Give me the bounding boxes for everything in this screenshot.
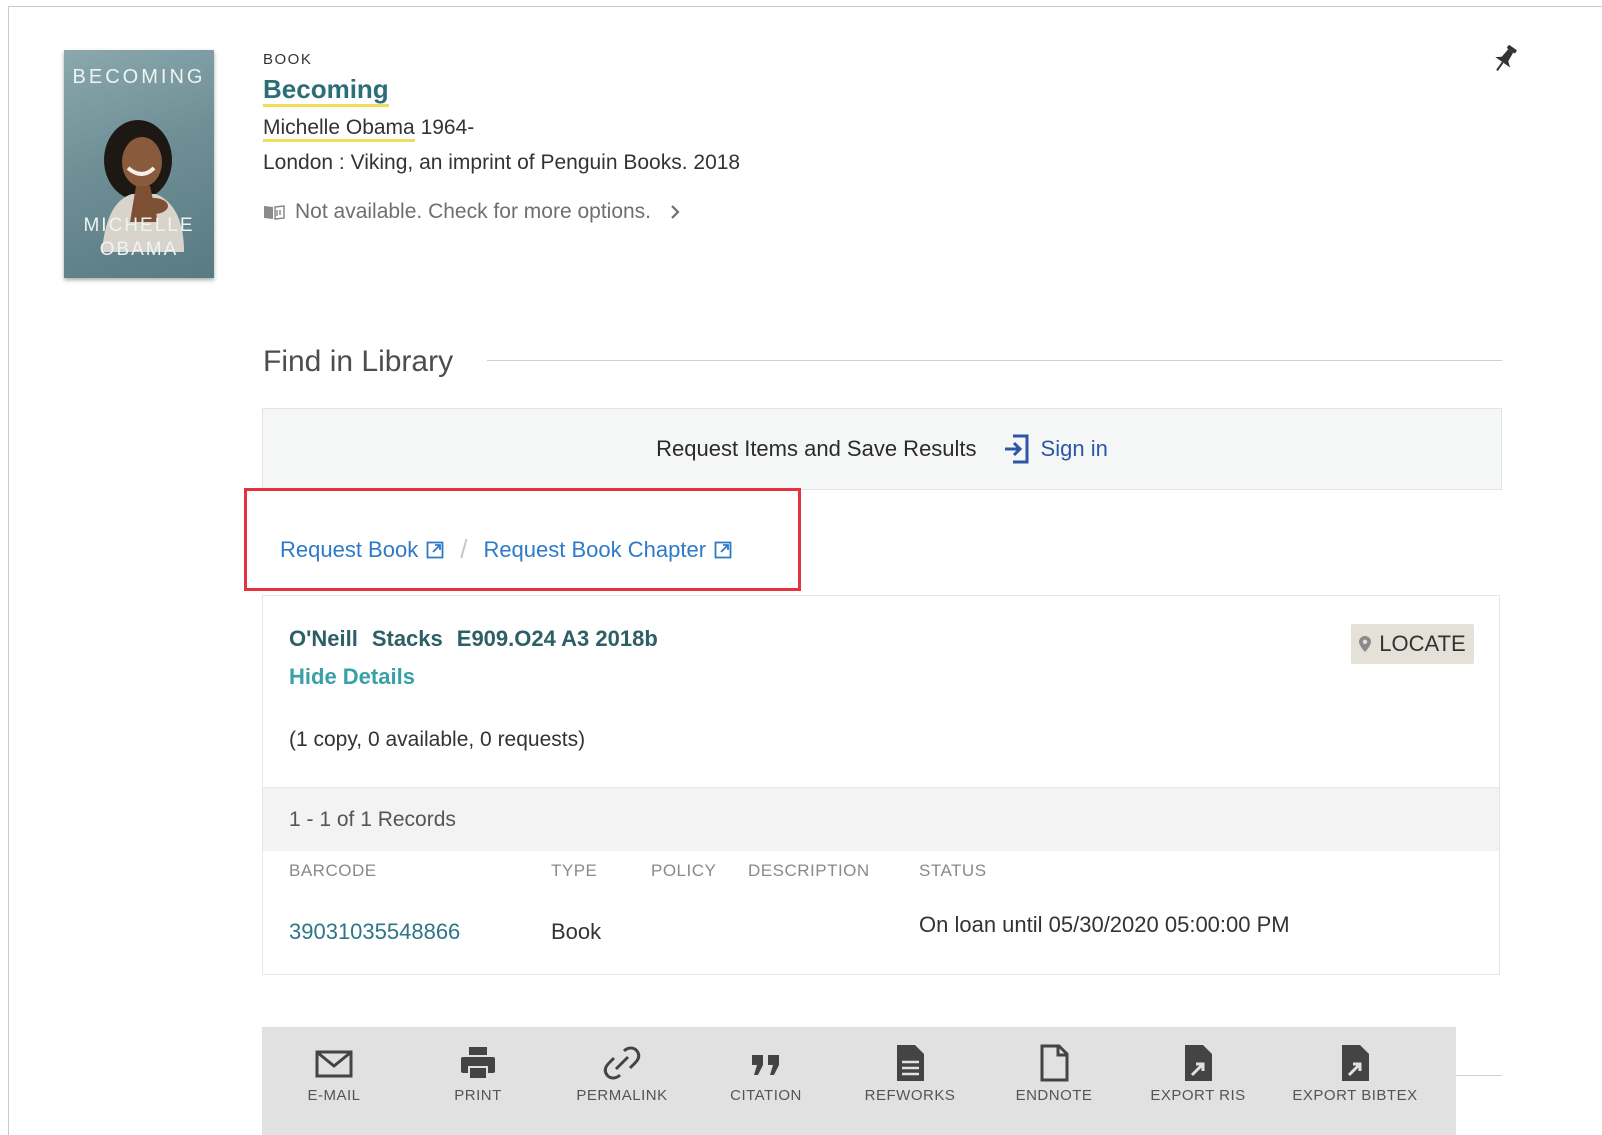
copies-summary: (1 copy, 0 available, 0 requests) xyxy=(289,728,586,751)
print-label: PRINT xyxy=(454,1087,502,1104)
holding-card: O'Neill Stacks E909.O24 A3 2018b Hide De… xyxy=(262,595,1500,975)
export-bibtex-label: EXPORT BIBTEX xyxy=(1292,1087,1418,1104)
map-pin-icon xyxy=(1359,636,1372,652)
sign-in-icon xyxy=(1004,434,1029,464)
request-links: Request Book / Request Book Chapter xyxy=(280,534,732,565)
column-header-description: DESCRIPTION xyxy=(748,861,870,880)
email-action[interactable]: E-MAIL xyxy=(262,1027,406,1135)
permalink-action[interactable]: PERMALINK xyxy=(550,1027,694,1135)
envelope-icon xyxy=(315,1050,353,1078)
refworks-action[interactable]: REFWORKS xyxy=(838,1027,982,1135)
record-title[interactable]: Becoming xyxy=(263,74,389,107)
call-number: E909.O24 A3 2018b xyxy=(456,626,658,651)
author-dates: 1964- xyxy=(420,116,475,139)
record-type: BOOK xyxy=(263,51,313,68)
location-name: Stacks xyxy=(371,626,443,651)
export-bibtex-action[interactable]: EXPORT BIBTEX xyxy=(1270,1027,1440,1135)
chevron-right-icon xyxy=(671,205,680,219)
records-bar: 1 - 1 of 1 Records xyxy=(263,787,1499,851)
link-separator: / xyxy=(460,534,468,564)
library-name: O'Neill xyxy=(289,626,358,651)
refworks-label: REFWORKS xyxy=(864,1087,956,1104)
pin-icon[interactable] xyxy=(1492,44,1518,74)
record-author: Michelle Obama 1964- xyxy=(263,116,475,142)
item-type: Book xyxy=(551,919,602,944)
column-header-barcode: BARCODE xyxy=(289,861,377,880)
sign-in-label: Sign in xyxy=(1040,436,1108,461)
signin-prompt: Request Items and Save Results xyxy=(656,436,977,461)
author-name-link[interactable]: Michelle Obama xyxy=(263,116,415,142)
document-lines-icon xyxy=(897,1045,924,1081)
item-status: On loan until 05/30/2020 05:00:00 PM xyxy=(919,912,1290,937)
link-icon xyxy=(603,1046,641,1080)
hide-details-link[interactable]: Hide Details xyxy=(289,664,415,690)
open-book-icon xyxy=(264,205,285,220)
request-chapter-label: Request Book Chapter xyxy=(483,536,707,562)
external-link-icon xyxy=(714,541,732,558)
availability-status[interactable]: Not available. Check for more options. xyxy=(263,200,681,224)
request-book-label: Request Book xyxy=(280,536,419,562)
external-link-icon xyxy=(426,541,444,558)
locate-label: LOCATE xyxy=(1379,631,1466,656)
export-ris-label: EXPORT RIS xyxy=(1150,1087,1246,1104)
actions-toolbar: E-MAIL PRINT PERMALINK CITATION REFWORKS xyxy=(262,1027,1456,1135)
sign-in-button[interactable]: Sign in xyxy=(1003,433,1108,465)
citation-action[interactable]: CITATION xyxy=(694,1027,838,1135)
toolbar-divider xyxy=(1456,1075,1502,1076)
holding-location: O'Neill Stacks E909.O24 A3 2018b xyxy=(289,626,658,652)
request-chapter-link[interactable]: Request Book Chapter xyxy=(483,537,732,563)
printer-icon xyxy=(461,1047,495,1080)
email-label: E-MAIL xyxy=(307,1087,361,1104)
quote-icon xyxy=(752,1055,779,1075)
permalink-label: PERMALINK xyxy=(576,1087,668,1104)
cover-author-first: MICHELLE xyxy=(83,215,195,236)
endnote-label: ENDNOTE xyxy=(1015,1087,1093,1104)
column-header-policy: POLICY xyxy=(651,861,717,880)
document-icon xyxy=(1040,1044,1069,1082)
column-header-status: STATUS xyxy=(919,861,987,880)
print-action[interactable]: PRINT xyxy=(406,1027,550,1135)
item-barcode[interactable]: 39031035548866 xyxy=(289,919,460,945)
cover-author-last: OBAMA xyxy=(99,239,179,260)
request-book-link[interactable]: Request Book xyxy=(280,537,444,563)
publication-info: London : Viking, an imprint of Penguin B… xyxy=(263,151,741,174)
book-cover[interactable]: BECOMING MICHELLE OBAMA xyxy=(64,50,214,278)
export-file-icon xyxy=(1342,1045,1369,1081)
records-summary: 1 - 1 of 1 Records xyxy=(289,808,456,831)
cover-title: BECOMING xyxy=(72,66,206,88)
locate-button[interactable]: LOCATE xyxy=(1351,624,1474,664)
heading-divider xyxy=(487,360,1502,361)
column-header-type: TYPE xyxy=(551,861,598,880)
signin-banner: Request Items and Save Results Sign in xyxy=(262,408,1502,490)
export-file-icon xyxy=(1185,1045,1212,1081)
find-in-library-heading: Find in Library xyxy=(263,345,454,378)
citation-label: CITATION xyxy=(730,1087,802,1104)
export-ris-action[interactable]: EXPORT RIS xyxy=(1126,1027,1270,1135)
availability-text: Not available. Check for more options. xyxy=(295,200,652,223)
endnote-action[interactable]: ENDNOTE xyxy=(982,1027,1126,1135)
